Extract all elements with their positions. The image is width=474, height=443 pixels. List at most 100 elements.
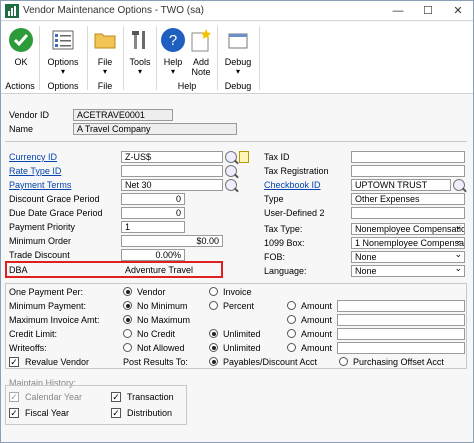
writeoffs-unlimited-label: Unlimited bbox=[223, 343, 261, 353]
add-note-button[interactable]: Add Note bbox=[187, 22, 215, 78]
chevron-down-icon: ▾ bbox=[170, 67, 175, 76]
separator bbox=[156, 26, 157, 90]
no-credit-radio[interactable] bbox=[123, 329, 132, 338]
folder-icon bbox=[94, 33, 116, 49]
type-input[interactable]: Other Expenses bbox=[351, 193, 465, 205]
no-minimum-radio[interactable] bbox=[123, 301, 132, 310]
maximize-icon[interactable]: ☐ bbox=[413, 1, 443, 21]
tax-registration-input[interactable] bbox=[351, 165, 465, 177]
fiscal-year-checkbox[interactable]: ✓ bbox=[9, 408, 19, 418]
checkmark-icon bbox=[9, 28, 33, 52]
writeoffs-unlimited-radio[interactable] bbox=[209, 343, 218, 352]
no-maximum-radio[interactable] bbox=[123, 315, 132, 324]
writeoffs-amount-input[interactable] bbox=[337, 342, 465, 354]
payment-priority-label: Payment Priority bbox=[9, 222, 76, 232]
min-amount-radio[interactable] bbox=[287, 301, 296, 310]
help-button[interactable]: ? Help ▾ bbox=[159, 22, 187, 78]
payment-terms-link[interactable]: Payment Terms bbox=[9, 180, 71, 190]
rate-type-id-input[interactable] bbox=[121, 165, 223, 177]
checkbook-id-link[interactable]: Checkbook ID bbox=[264, 180, 321, 190]
credit-amount-radio[interactable] bbox=[287, 329, 296, 338]
file-label: File bbox=[97, 57, 113, 67]
fob-select[interactable]: None bbox=[351, 251, 465, 263]
name-field: A Travel Company bbox=[73, 123, 237, 135]
purchasing-offset-radio[interactable] bbox=[339, 357, 348, 366]
debug-button[interactable]: Debug ▾ bbox=[221, 22, 255, 78]
file-button[interactable]: File ▾ bbox=[89, 22, 121, 78]
options-button[interactable]: Options ▾ bbox=[43, 22, 83, 78]
payables-discount-radio[interactable] bbox=[209, 357, 218, 366]
name-label: Name bbox=[9, 124, 34, 134]
title-bar: Vendor Maintenance Options - TWO (sa) — … bbox=[1, 1, 473, 21]
vendor-id-field: ACETRAVE0001 bbox=[73, 109, 173, 121]
not-allowed-radio[interactable] bbox=[123, 343, 132, 352]
box-1099-select[interactable]: 1 Nonemployee Compensation bbox=[351, 237, 465, 249]
max-amount-input[interactable] bbox=[337, 314, 465, 326]
language-label: Language: bbox=[264, 266, 307, 276]
currency-note-icon[interactable] bbox=[239, 151, 249, 163]
credit-unlimited-radio[interactable] bbox=[209, 329, 218, 338]
calendar-year-checkbox[interactable]: ✓ bbox=[9, 392, 19, 402]
tax-id-input[interactable] bbox=[351, 151, 465, 163]
not-allowed-label: Not Allowed bbox=[137, 343, 185, 353]
tax-type-select[interactable]: Nonemployee Compensation bbox=[351, 223, 465, 235]
payment-priority-input[interactable]: 1 bbox=[121, 221, 185, 233]
separator bbox=[217, 26, 218, 90]
minimum-order-input[interactable]: $0.00 bbox=[121, 235, 223, 247]
trade-discount-label: Trade Discount bbox=[9, 250, 70, 260]
min-amount-input[interactable] bbox=[337, 300, 465, 312]
dba-input[interactable]: Adventure Travel bbox=[121, 264, 219, 276]
rate-type-lookup-icon[interactable] bbox=[225, 165, 237, 177]
group-help: Help bbox=[177, 81, 197, 91]
group-debug: Debug bbox=[224, 81, 252, 91]
user-defined2-input[interactable] bbox=[351, 207, 465, 219]
tools-button[interactable]: Tools ▾ bbox=[125, 22, 155, 78]
close-icon[interactable]: ✕ bbox=[443, 1, 473, 21]
vendor-radio[interactable] bbox=[123, 287, 132, 296]
max-amount-radio[interactable] bbox=[287, 315, 296, 324]
payment-terms-input[interactable]: Net 30 bbox=[121, 179, 223, 191]
window-title: Vendor Maintenance Options - TWO (sa) bbox=[23, 5, 205, 16]
payables-discount-label: Payables/Discount Acct bbox=[223, 357, 318, 367]
trade-discount-input[interactable]: 0.00% bbox=[121, 249, 185, 261]
app-icon bbox=[5, 4, 19, 18]
currency-lookup-icon[interactable] bbox=[225, 151, 237, 163]
transaction-label: Transaction bbox=[127, 392, 174, 402]
vendor-radio-label: Vendor bbox=[137, 287, 166, 297]
transaction-checkbox[interactable]: ✓ bbox=[111, 392, 121, 402]
box-1099-label: 1099 Box: bbox=[264, 238, 305, 248]
invoice-radio-label: Invoice bbox=[223, 287, 252, 297]
separator bbox=[123, 26, 124, 90]
chevron-down-icon: ▾ bbox=[137, 67, 142, 76]
percent-radio[interactable] bbox=[209, 301, 218, 310]
payment-terms-lookup-icon[interactable] bbox=[225, 179, 237, 191]
currency-id-link[interactable]: Currency ID bbox=[9, 152, 57, 162]
dba-label: DBA bbox=[9, 265, 28, 275]
fob-label: FOB: bbox=[264, 252, 286, 262]
revalue-vendor-checkbox[interactable]: ✓ bbox=[9, 357, 19, 367]
invoice-radio[interactable] bbox=[209, 287, 218, 296]
ribbon-toolbar: OK Actions Options ▾ Options File ▾ File bbox=[1, 22, 473, 94]
discount-grace-input[interactable]: 0 bbox=[121, 193, 185, 205]
checkbook-lookup-icon[interactable] bbox=[453, 179, 465, 191]
debug-icon bbox=[228, 33, 248, 49]
credit-amount-input[interactable] bbox=[337, 328, 465, 340]
currency-id-input[interactable]: Z-US$ bbox=[121, 151, 223, 163]
language-select[interactable]: None bbox=[351, 265, 465, 277]
checkbook-id-input[interactable]: UPTOWN TRUST bbox=[351, 179, 451, 191]
writeoffs-amount-radio[interactable] bbox=[287, 343, 296, 352]
no-maximum-label: No Maximum bbox=[137, 315, 191, 325]
due-date-grace-input[interactable]: 0 bbox=[121, 207, 185, 219]
rate-type-id-link[interactable]: Rate Type ID bbox=[9, 166, 61, 176]
ok-button[interactable]: OK bbox=[5, 22, 37, 78]
distribution-checkbox[interactable]: ✓ bbox=[111, 408, 121, 418]
chevron-down-icon: ▾ bbox=[60, 67, 65, 76]
ok-label: OK bbox=[14, 57, 28, 67]
help-icon: ? bbox=[161, 28, 185, 52]
writeoffs-label: Writeoffs: bbox=[9, 343, 47, 353]
separator bbox=[259, 26, 260, 90]
minimize-icon[interactable]: — bbox=[383, 1, 413, 21]
writeoffs-amount-label: Amount bbox=[301, 343, 333, 353]
tax-type-label: Tax Type: bbox=[264, 224, 303, 234]
tax-id-label: Tax ID bbox=[264, 152, 290, 162]
